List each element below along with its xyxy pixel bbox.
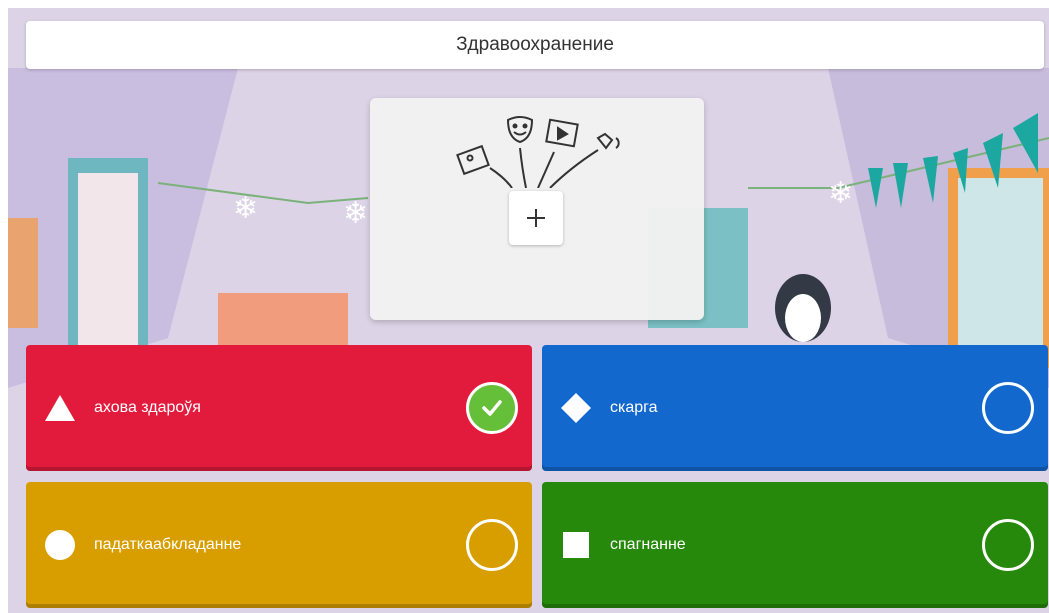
svg-text:❄: ❄ [233, 192, 258, 225]
media-upload-card[interactable] [370, 98, 704, 320]
svg-text:❄: ❄ [828, 177, 853, 210]
diamond-icon [561, 393, 591, 423]
square-icon [563, 532, 589, 558]
answer-option-1[interactable]: ахова здароўя [26, 345, 532, 471]
answer-label-4[interactable]: спагнанне [610, 482, 686, 608]
answer-label-2[interactable]: скарга [610, 345, 658, 471]
correct-answer-toggle-1[interactable] [466, 382, 518, 434]
correct-answer-toggle-2[interactable] [982, 382, 1034, 434]
question-editor-canvas: ❄ ❄ ❄ Здравоохранение ахова здароўя скар… [8, 8, 1049, 613]
audio-icon [596, 132, 620, 150]
question-title-bar[interactable]: Здравоохранение [26, 21, 1044, 69]
video-icon [545, 118, 579, 148]
check-icon [482, 400, 502, 416]
add-media-button[interactable] [509, 191, 563, 245]
answer-label-1[interactable]: ахова здароўя [94, 345, 201, 471]
answer-option-4[interactable]: спагнанне [542, 482, 1048, 608]
image-icon [456, 144, 490, 176]
theater-mask-icon [506, 116, 534, 144]
circle-icon [45, 530, 75, 560]
question-title[interactable]: Здравоохранение [456, 34, 614, 56]
triangle-icon [45, 395, 75, 421]
answer-label-3[interactable]: падаткаабкладанне [94, 482, 241, 608]
plus-icon [527, 209, 545, 227]
svg-text:❄: ❄ [343, 197, 368, 230]
answer-option-2[interactable]: скарга [542, 345, 1048, 471]
answer-option-3[interactable]: падаткаабкладанне [26, 482, 532, 608]
correct-answer-toggle-4[interactable] [982, 519, 1034, 571]
media-types-illustration [456, 116, 620, 188]
correct-answer-toggle-3[interactable] [466, 519, 518, 571]
